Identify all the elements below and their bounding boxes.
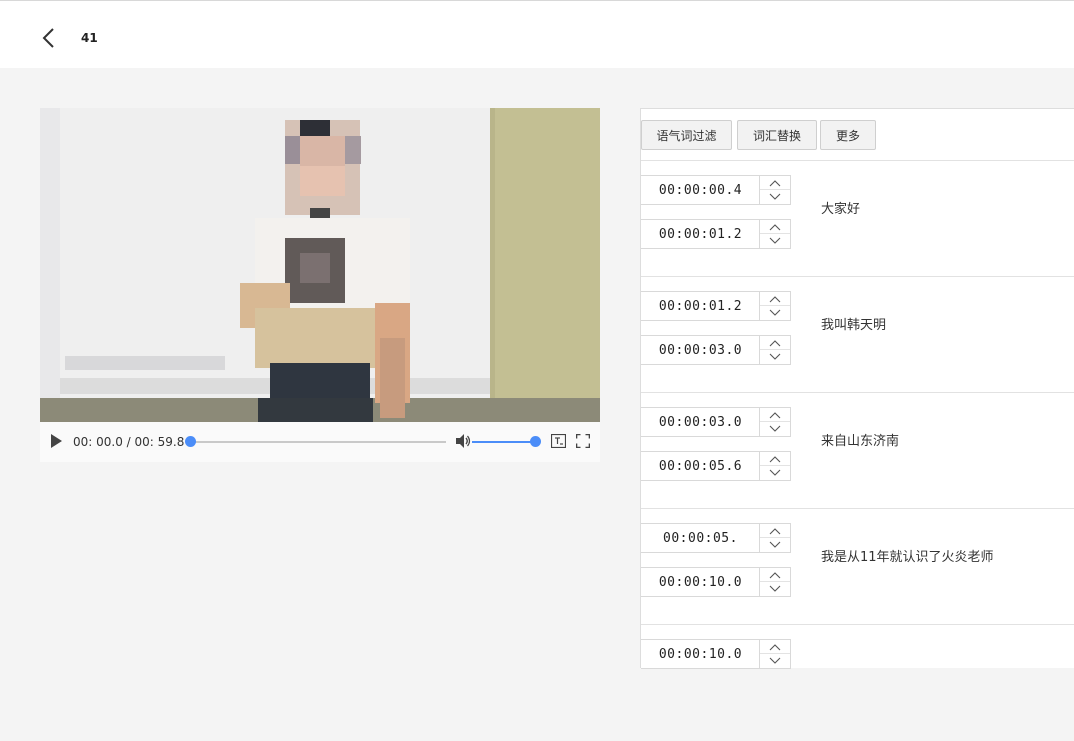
subtitle-row: 大家好 xyxy=(641,161,1074,277)
subtitle-toolbar: 语气词过滤 词汇替换 更多 xyxy=(641,109,1074,161)
time-spinner[interactable] xyxy=(759,640,790,668)
chevron-down-icon xyxy=(769,237,781,244)
chevron-down-icon xyxy=(769,425,781,432)
start-time-field[interactable] xyxy=(641,523,791,553)
decrement-button[interactable] xyxy=(760,654,790,668)
end-time-field[interactable] xyxy=(641,219,791,249)
chevron-up-icon xyxy=(769,340,781,347)
chevron-up-icon xyxy=(769,412,781,419)
increment-button[interactable] xyxy=(760,176,790,190)
subtitle-panel: 语气词过滤 词汇替换 更多 大家好 xyxy=(640,108,1074,669)
play-button[interactable] xyxy=(51,434,62,448)
start-time-input[interactable] xyxy=(641,408,760,436)
decrement-button[interactable] xyxy=(760,422,790,436)
seek-handle[interactable] xyxy=(185,436,196,447)
player-controls: 00: 00.0 / 00: 59.8 xyxy=(40,422,600,462)
end-time-input[interactable] xyxy=(641,452,760,480)
chevron-down-icon xyxy=(769,541,781,548)
subtitle-row: 我叫韩天明 xyxy=(641,277,1074,393)
volume-icon[interactable] xyxy=(455,433,471,449)
end-time-input[interactable] xyxy=(641,336,760,364)
end-time-input[interactable] xyxy=(641,568,760,596)
end-time-field[interactable] xyxy=(641,335,791,365)
chevron-down-icon xyxy=(769,193,781,200)
time-spinner[interactable] xyxy=(759,452,790,480)
more-button[interactable]: 更多 xyxy=(820,120,876,150)
chevron-left-icon xyxy=(42,28,54,48)
increment-button[interactable] xyxy=(760,524,790,538)
video-frame[interactable] xyxy=(40,108,600,422)
subtitle-text[interactable]: 我叫韩天明 xyxy=(821,314,886,333)
chevron-down-icon xyxy=(769,657,781,664)
start-time-field[interactable] xyxy=(641,175,791,205)
start-time-input[interactable] xyxy=(641,524,760,552)
time-spinner[interactable] xyxy=(759,176,790,204)
end-time-field[interactable] xyxy=(641,451,791,481)
filter-filler-words-button[interactable]: 语气词过滤 xyxy=(641,120,732,150)
chevron-down-icon xyxy=(769,309,781,316)
seek-bar[interactable] xyxy=(185,436,446,447)
increment-button[interactable] xyxy=(760,568,790,582)
subtitle-row xyxy=(641,625,1074,741)
subtitle-text[interactable]: 来自山东济南 xyxy=(821,430,899,449)
decrement-button[interactable] xyxy=(760,466,790,480)
time-spinner[interactable] xyxy=(759,568,790,596)
chevron-up-icon xyxy=(769,296,781,303)
start-time-field[interactable] xyxy=(641,291,791,321)
decrement-button[interactable] xyxy=(760,538,790,552)
start-time-field[interactable] xyxy=(641,407,791,437)
time-spinner[interactable] xyxy=(759,220,790,248)
end-time-input[interactable] xyxy=(641,220,760,248)
start-time-input[interactable] xyxy=(641,640,760,668)
volume-handle[interactable] xyxy=(530,436,541,447)
volume-slider[interactable] xyxy=(472,436,541,447)
increment-button[interactable] xyxy=(760,336,790,350)
start-time-input[interactable] xyxy=(641,176,760,204)
start-time-field[interactable] xyxy=(641,639,791,669)
time-spinner[interactable] xyxy=(759,292,790,320)
word-replace-button[interactable]: 词汇替换 xyxy=(737,120,817,150)
top-bar: 41 xyxy=(0,0,1074,68)
decrement-button[interactable] xyxy=(760,234,790,248)
time-spinner[interactable] xyxy=(759,336,790,364)
end-time-field[interactable] xyxy=(641,567,791,597)
video-image xyxy=(40,108,600,422)
increment-button[interactable] xyxy=(760,408,790,422)
chevron-up-icon xyxy=(769,528,781,535)
increment-button[interactable] xyxy=(760,640,790,654)
chevron-up-icon xyxy=(769,224,781,231)
subtitle-row: 我是从11年就认识了火炎老师 xyxy=(641,509,1074,625)
chevron-down-icon xyxy=(769,469,781,476)
time-display: 00: 00.0 / 00: 59.8 xyxy=(73,435,185,449)
chevron-down-icon xyxy=(769,353,781,360)
chevron-down-icon xyxy=(769,585,781,592)
time-spinner[interactable] xyxy=(759,524,790,552)
fullscreen-icon[interactable] xyxy=(576,434,590,448)
chevron-up-icon xyxy=(769,572,781,579)
subtitle-text[interactable]: 我是从11年就认识了火炎老师 xyxy=(821,546,994,565)
subtitle-text[interactable]: 大家好 xyxy=(821,198,860,217)
chevron-up-icon xyxy=(769,180,781,187)
increment-button[interactable] xyxy=(760,220,790,234)
chevron-up-icon xyxy=(769,456,781,463)
increment-button[interactable] xyxy=(760,452,790,466)
decrement-button[interactable] xyxy=(760,306,790,320)
decrement-button[interactable] xyxy=(760,582,790,596)
chevron-up-icon xyxy=(769,644,781,651)
time-spinner[interactable] xyxy=(759,408,790,436)
increment-button[interactable] xyxy=(760,292,790,306)
back-button[interactable] xyxy=(38,25,60,51)
decrement-button[interactable] xyxy=(760,190,790,204)
subtitle-icon[interactable] xyxy=(551,434,566,448)
start-time-input[interactable] xyxy=(641,292,760,320)
decrement-button[interactable] xyxy=(760,350,790,364)
page-title: 41 xyxy=(81,31,98,45)
subtitle-row: 来自山东济南 xyxy=(641,393,1074,509)
